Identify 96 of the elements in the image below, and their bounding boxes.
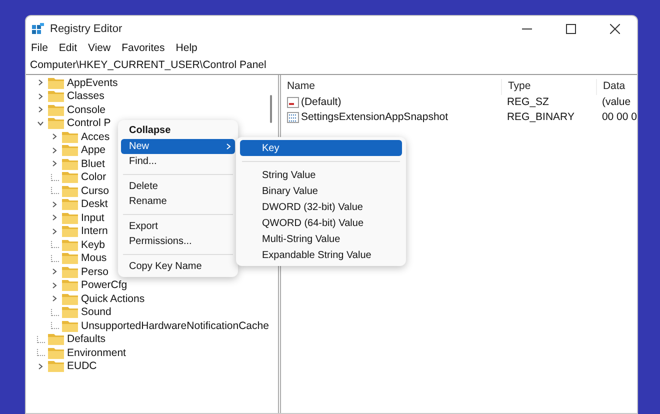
tree-item[interactable]: Environment <box>67 348 126 358</box>
tree-item[interactable]: Color <box>81 172 106 182</box>
address-bar[interactable]: Computer\HKEY_CURRENT_USER\Control Panel <box>26 58 637 75</box>
folder-icon <box>48 117 64 130</box>
chevron-right-icon[interactable] <box>51 133 58 140</box>
tree-item[interactable]: UnsupportedHardwareNotificationCache <box>81 320 269 331</box>
tree-item[interactable]: EUDC <box>67 361 97 372</box>
chevron-right-icon[interactable] <box>51 160 58 168</box>
tree-item[interactable]: Intern <box>81 226 108 236</box>
menu-item[interactable]: Edit <box>58 41 78 57</box>
folder-icon <box>48 76 64 89</box>
value-type: REG_SZ <box>506 94 550 110</box>
chevron-right-icon[interactable] <box>51 146 58 154</box>
tree-item[interactable]: Deskt <box>81 199 108 210</box>
folder-icon <box>62 238 78 251</box>
close-icon <box>610 24 620 34</box>
column-header[interactable]: Type <box>500 79 596 95</box>
chevron-down-icon[interactable] <box>37 120 44 127</box>
tree-item[interactable]: Input <box>81 212 104 223</box>
menu-option[interactable]: Collapse <box>121 123 235 138</box>
folder-icon <box>48 90 64 102</box>
tree-item[interactable]: Console <box>67 104 106 115</box>
menu-option[interactable]: DWORD (32-bit) Value <box>240 199 402 215</box>
chevron-right-icon[interactable] <box>51 200 58 208</box>
menu-item[interactable]: File <box>31 41 48 57</box>
menu-option[interactable]: Permissions... <box>121 234 235 250</box>
folder-icon <box>62 198 78 210</box>
scrollbar-thumb[interactable] <box>270 95 272 123</box>
chevron-right-icon[interactable] <box>51 228 58 235</box>
tree-item[interactable]: Quick Actions <box>81 294 145 304</box>
tree-item[interactable]: Bluet <box>81 158 105 169</box>
value-name: SettingsExtensionAppSnapshot <box>300 110 448 125</box>
app-icon <box>32 23 44 35</box>
column-header[interactable]: Name <box>280 79 501 95</box>
folder-icon <box>62 130 78 143</box>
folder-icon <box>62 320 78 332</box>
folder-icon <box>48 360 64 372</box>
folder-icon <box>62 292 78 305</box>
value-data: (value <box>600 94 632 110</box>
menu-item[interactable]: Help <box>176 41 198 57</box>
chevron-right-icon[interactable] <box>37 92 44 100</box>
tree-item[interactable]: Appe <box>81 145 106 156</box>
folder-icon <box>48 333 64 346</box>
menu-option[interactable]: String Value <box>240 167 402 183</box>
tree-item[interactable]: Classes <box>67 91 104 102</box>
chevron-right-icon <box>226 142 231 150</box>
menu-option[interactable]: Multi-String Value <box>240 231 402 247</box>
menu-option[interactable]: QWORD (64-bit) Value <box>240 215 402 231</box>
menu-option[interactable]: Copy Key Name <box>121 258 235 274</box>
folder-icon <box>62 158 78 170</box>
menu-option[interactable]: Delete <box>121 178 235 194</box>
chevron-right-icon[interactable] <box>51 282 58 289</box>
value-type: REG_BINARY <box>506 110 576 125</box>
tree-item[interactable]: Control P <box>67 118 111 128</box>
maximize-icon <box>566 24 576 34</box>
tree-item[interactable]: Defaults <box>67 334 106 344</box>
chevron-right-icon[interactable] <box>51 214 58 222</box>
menu-option[interactable]: Binary Value <box>240 183 402 199</box>
chevron-right-icon[interactable] <box>37 106 44 114</box>
tree-item[interactable]: Curso <box>81 186 110 196</box>
string-value-icon <box>286 97 299 108</box>
menu-option[interactable]: Rename <box>121 194 235 210</box>
folder-icon <box>62 171 78 184</box>
folder-icon <box>62 212 78 224</box>
tree-item[interactable]: Sound <box>81 307 112 318</box>
folder-icon <box>62 252 78 264</box>
chevron-right-icon[interactable] <box>51 295 58 302</box>
value-name: (Default) <box>300 94 342 110</box>
window-title: Registry Editor <box>50 22 122 37</box>
folder-icon <box>62 306 78 318</box>
tree-item[interactable]: Perso <box>81 266 108 277</box>
folder-icon <box>48 104 64 116</box>
folder-icon <box>62 225 78 238</box>
menu-option[interactable]: New <box>121 138 235 154</box>
menu-option[interactable]: Key <box>240 140 402 156</box>
folder-icon <box>48 346 64 359</box>
folder-icon <box>62 279 78 292</box>
menu-option[interactable]: Export <box>121 218 235 234</box>
column-header[interactable]: Data <box>596 79 637 95</box>
tree-item[interactable]: Mous <box>81 253 107 264</box>
chevron-right-icon[interactable] <box>51 268 58 276</box>
tree-item[interactable]: PowerCfg <box>81 280 128 290</box>
menu-option[interactable]: Expandable String Value <box>240 247 402 263</box>
tree-item[interactable]: Keyb <box>81 240 105 250</box>
menu-item[interactable]: View <box>88 41 111 57</box>
tree-item[interactable]: Acces <box>81 132 110 142</box>
chevron-right-icon[interactable] <box>37 362 44 370</box>
menu-option[interactable]: Find... <box>121 154 235 170</box>
menu-item[interactable]: Favorites <box>122 41 165 57</box>
chevron-right-icon[interactable] <box>37 79 44 86</box>
folder-icon <box>62 184 78 197</box>
value-data: 00 00 0 <box>600 110 637 125</box>
folder-icon <box>62 266 78 278</box>
folder-icon <box>62 144 78 156</box>
tree-item[interactable]: AppEvents <box>67 78 118 88</box>
binary-value-icon <box>286 112 299 123</box>
